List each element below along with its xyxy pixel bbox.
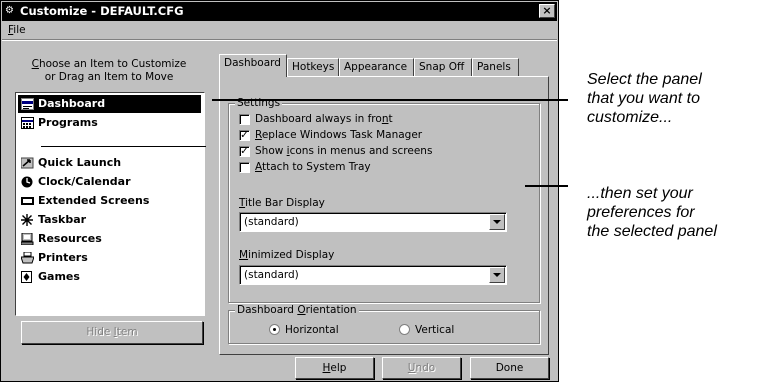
checkbox-attach-tray[interactable]: Attach to System Tray (239, 160, 371, 175)
chevron-down-icon[interactable] (489, 214, 505, 230)
callout-line: preferences for (587, 204, 695, 221)
callout-line: customize... (587, 109, 673, 126)
dashboard-icon (21, 98, 34, 110)
checkbox-show-icons[interactable]: ✓ Show icons in menus and screens (239, 144, 432, 159)
checkbox-dashboard-front[interactable]: Dashboard always in front (239, 112, 393, 127)
close-button[interactable]: × (539, 4, 555, 18)
menu-bar: File (2, 22, 557, 39)
list-item-games[interactable]: Games (18, 268, 201, 286)
tab-snap-off[interactable]: Snap Off (414, 58, 472, 76)
checkbox-box[interactable]: ✓ (239, 130, 250, 141)
select-value: (standard) (244, 269, 299, 281)
list-item-label: Extended Screens (38, 194, 150, 207)
tab-appearance[interactable]: Appearance (339, 58, 414, 76)
checkbox-box[interactable] (239, 114, 250, 125)
menu-file[interactable]: File (8, 24, 26, 36)
done-button[interactable]: Done (470, 357, 549, 379)
title-bar-display-select[interactable]: (standard) (239, 212, 507, 232)
checkbox-replace-task-manager[interactable]: ✓ Replace Windows Task Manager (239, 128, 422, 143)
tab-panel: Settings Dashboard always in front ✓ Rep… (219, 76, 549, 355)
checkbox-box[interactable] (239, 162, 250, 173)
quick-launch-icon (20, 157, 34, 169)
list-item-resources[interactable]: Resources (18, 230, 201, 248)
list-item-quick-launch[interactable]: Quick Launch (18, 154, 201, 172)
list-item-label: Games (38, 270, 80, 283)
checkbox-label: Replace Windows Task Manager (255, 129, 423, 141)
list-caption: Choose an Item to Customize or Drag an I… (15, 58, 203, 84)
list-item-printers[interactable]: Printers (18, 249, 201, 267)
tab-hotkeys[interactable]: Hotkeys (287, 58, 339, 76)
games-icon (21, 271, 34, 283)
radio-dot[interactable] (269, 324, 280, 335)
help-button[interactable]: Help (295, 357, 374, 379)
checkbox-label: Attach to System Tray (255, 161, 371, 173)
undo-button[interactable]: Undo (382, 357, 461, 379)
list-item-label: Dashboard (38, 97, 106, 110)
orientation-group: Dashboard Orientation Horizontal Vertica… (228, 304, 540, 344)
title-bar-display-label: Title Bar Display (239, 197, 325, 209)
radio-label: Vertical (415, 324, 455, 336)
chevron-down-icon[interactable] (489, 267, 505, 283)
settings-group: Settings Dashboard always in front ✓ Rep… (228, 97, 540, 303)
list-divider (41, 146, 206, 147)
printers-icon (20, 251, 35, 264)
radio-dot[interactable] (399, 324, 410, 335)
list-item-dashboard[interactable]: Dashboard (18, 95, 201, 113)
callout-line: that you want to (587, 90, 700, 107)
checkbox-label: Show icons in menus and screens (255, 145, 433, 157)
list-item-label: Quick Launch (38, 156, 122, 169)
extended-screens-icon (21, 195, 34, 207)
callout-set-preferences: ...then set your preferences for the sel… (587, 184, 717, 241)
list-item-clock-calendar[interactable]: Clock/Calendar (18, 173, 201, 191)
tab-dashboard[interactable]: Dashboard (219, 54, 287, 77)
list-item-label: Taskbar (38, 213, 87, 226)
list-item-label: Programs (38, 116, 98, 129)
checkbox-label: Dashboard always in front (255, 113, 393, 125)
hide-item-button[interactable]: Hide Item (21, 321, 203, 344)
list-caption-line-2: or Drag an Item to Move (44, 71, 174, 83)
callout-line: the selected panel (587, 223, 717, 240)
callout-line: Select the panel (587, 71, 702, 88)
minimized-display-select[interactable]: (standard) (239, 265, 507, 285)
list-item-programs[interactable]: Programs (18, 114, 201, 132)
app-icon: ⚙ (5, 5, 14, 16)
callout-line-1 (212, 99, 568, 101)
radio-label: Horizontal (285, 324, 339, 336)
callout-select-panel: Select the panel that you want to custom… (587, 70, 702, 127)
callout-line-2 (525, 185, 568, 187)
title-bar[interactable]: ⚙ Customize - DEFAULT.CFG × (2, 2, 557, 21)
menu-separator (2, 39, 557, 41)
radio-vertical[interactable]: Vertical (399, 323, 454, 337)
resources-icon (20, 232, 34, 246)
customize-window: ⚙ Customize - DEFAULT.CFG × File Choose … (0, 0, 559, 382)
list-item-extended-screens[interactable]: Extended Screens (18, 192, 201, 210)
list-item-label: Clock/Calendar (38, 175, 131, 188)
select-value: (standard) (244, 216, 299, 228)
list-item-label: Resources (38, 232, 102, 245)
programs-icon (21, 117, 34, 129)
callout-line: ...then set your (587, 185, 693, 202)
tab-panels[interactable]: Panels (472, 58, 519, 76)
radio-horizontal[interactable]: Horizontal (269, 323, 339, 337)
list-item-taskbar[interactable]: Taskbar (18, 211, 201, 229)
list-item-label: Printers (38, 251, 88, 264)
item-list[interactable]: Dashboard Programs Quick Launch Clock/Ca… (15, 92, 206, 316)
checkbox-box[interactable]: ✓ (239, 146, 250, 157)
window-title: Customize - DEFAULT.CFG (20, 4, 184, 18)
taskbar-icon (21, 214, 34, 226)
orientation-group-title: Dashboard Orientation (235, 304, 359, 316)
list-caption-line-1: Choose an Item to Customize (31, 58, 187, 70)
clock-icon (21, 176, 34, 188)
minimized-display-label: Minimized Display (239, 249, 335, 261)
